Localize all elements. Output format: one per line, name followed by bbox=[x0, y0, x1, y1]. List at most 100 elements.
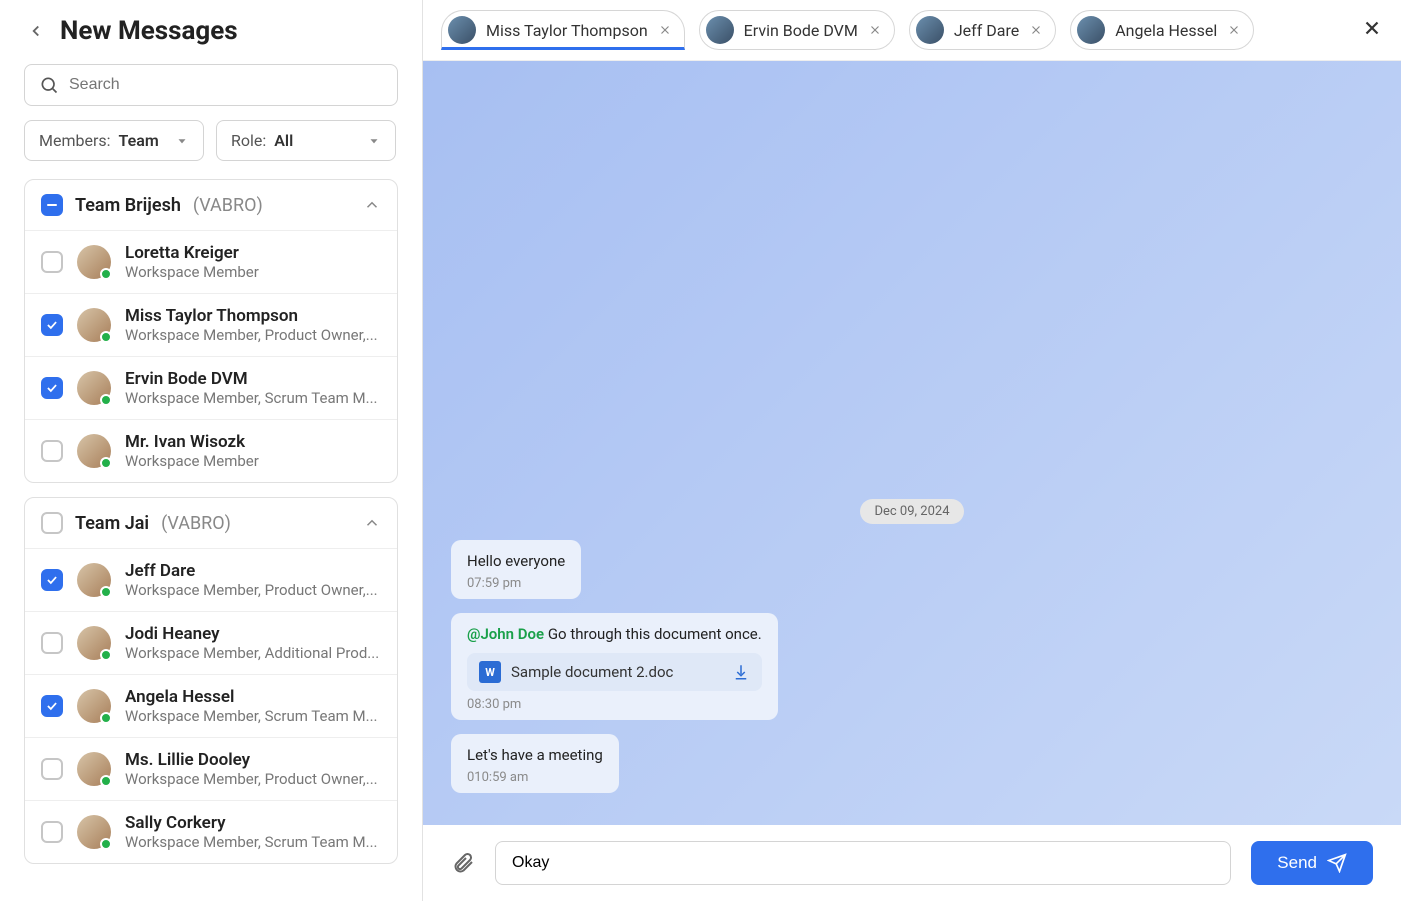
message-text: Hello everyone bbox=[467, 552, 565, 570]
presence-indicator bbox=[100, 775, 112, 787]
member-checkbox[interactable] bbox=[41, 695, 63, 717]
member-name: Mr. Ivan Wisozk bbox=[125, 432, 259, 452]
member-info: Ms. Lillie Dooley Workspace Member, Prod… bbox=[125, 750, 378, 788]
member-row[interactable]: Angela Hessel Workspace Member, Scrum Te… bbox=[25, 674, 397, 737]
presence-indicator bbox=[100, 586, 112, 598]
group-header[interactable]: Team Brijesh (VABRO) bbox=[25, 180, 397, 230]
member-checkbox[interactable] bbox=[41, 632, 63, 654]
member-info: Angela Hessel Workspace Member, Scrum Te… bbox=[125, 687, 377, 725]
back-button[interactable] bbox=[24, 19, 48, 43]
chevron-up-icon bbox=[363, 514, 381, 532]
avatar bbox=[916, 16, 944, 44]
group-suffix: (VABRO) bbox=[193, 195, 263, 216]
word-doc-icon: W bbox=[479, 661, 501, 683]
tab-close-button[interactable] bbox=[1029, 23, 1043, 37]
tab-close-button[interactable] bbox=[658, 23, 672, 37]
member-checkbox[interactable] bbox=[41, 251, 63, 273]
member-row[interactable]: Ervin Bode DVM Workspace Member, Scrum T… bbox=[25, 356, 397, 419]
presence-indicator bbox=[100, 331, 112, 343]
send-button[interactable]: Send bbox=[1251, 841, 1373, 885]
filter-role-value: All bbox=[274, 131, 293, 150]
member-name: Sally Corkery bbox=[125, 813, 377, 833]
tab-name: Miss Taylor Thompson bbox=[486, 21, 648, 40]
member-row[interactable]: Jeff Dare Workspace Member, Product Owne… bbox=[25, 548, 397, 611]
member-name: Jodi Heaney bbox=[125, 624, 379, 644]
member-checkbox[interactable] bbox=[41, 758, 63, 780]
group-title: Team Jai bbox=[75, 513, 149, 534]
member-row[interactable]: Miss Taylor Thompson Workspace Member, P… bbox=[25, 293, 397, 356]
member-name: Miss Taylor Thompson bbox=[125, 306, 378, 326]
group-header[interactable]: Team Jai (VABRO) bbox=[25, 498, 397, 548]
group-team-jai: Team Jai (VABRO) Jeff Dare Workspace Mem… bbox=[24, 497, 398, 864]
message-text: Let's have a meeting bbox=[467, 746, 603, 764]
member-role: Workspace Member, Additional Prod... bbox=[125, 644, 379, 662]
member-checkbox[interactable] bbox=[41, 440, 63, 462]
avatar bbox=[77, 434, 111, 468]
filter-role[interactable]: Role: All bbox=[216, 120, 396, 161]
close-icon bbox=[1361, 17, 1383, 39]
attach-button[interactable] bbox=[451, 851, 475, 875]
send-label: Send bbox=[1277, 853, 1317, 873]
avatar bbox=[1077, 16, 1105, 44]
group-checkbox[interactable] bbox=[41, 512, 63, 534]
group-title: Team Brijesh bbox=[75, 195, 181, 216]
member-row[interactable]: Loretta Kreiger Workspace Member bbox=[25, 230, 397, 293]
close-all-button[interactable] bbox=[1361, 17, 1383, 43]
member-role: Workspace Member, Product Owner,... bbox=[125, 326, 378, 344]
avatar bbox=[77, 626, 111, 660]
member-info: Jeff Dare Workspace Member, Product Owne… bbox=[125, 561, 378, 599]
filter-members-label: Members: bbox=[39, 131, 111, 150]
member-info: Mr. Ivan Wisozk Workspace Member bbox=[125, 432, 259, 470]
compose-input[interactable] bbox=[495, 841, 1231, 885]
tab[interactable]: Ervin Bode DVM bbox=[699, 10, 895, 50]
mention[interactable]: @John Doe bbox=[467, 625, 544, 643]
member-row[interactable]: Sally Corkery Workspace Member, Scrum Te… bbox=[25, 800, 397, 863]
member-role: Workspace Member bbox=[125, 263, 259, 281]
member-name: Angela Hessel bbox=[125, 687, 377, 707]
message-bubble: @John Doe Go through this document once.… bbox=[451, 613, 778, 720]
member-name: Loretta Kreiger bbox=[125, 243, 259, 263]
message-time: 010:59 am bbox=[467, 770, 603, 785]
filter-members-value: Team bbox=[119, 131, 159, 150]
avatar bbox=[77, 563, 111, 597]
download-icon[interactable] bbox=[732, 663, 750, 681]
member-checkbox[interactable] bbox=[41, 377, 63, 399]
group-suffix: (VABRO) bbox=[161, 513, 231, 534]
filter-role-label: Role: bbox=[231, 131, 266, 150]
member-checkbox[interactable] bbox=[41, 314, 63, 336]
avatar bbox=[448, 16, 476, 44]
message-time: 07:59 pm bbox=[467, 576, 565, 591]
send-icon bbox=[1327, 853, 1347, 873]
main-panel: Miss Taylor Thompson Ervin Bode DVM Jeff… bbox=[423, 0, 1401, 901]
member-checkbox[interactable] bbox=[41, 569, 63, 591]
member-role: Workspace Member bbox=[125, 452, 259, 470]
filter-members[interactable]: Members: Team bbox=[24, 120, 204, 161]
search-box[interactable] bbox=[24, 64, 398, 106]
avatar bbox=[77, 308, 111, 342]
avatar bbox=[706, 16, 734, 44]
attachment[interactable]: W Sample document 2.doc bbox=[467, 653, 762, 691]
search-input[interactable] bbox=[69, 76, 383, 94]
message-bubble: Hello everyone 07:59 pm bbox=[451, 540, 581, 599]
tab[interactable]: Jeff Dare bbox=[909, 10, 1056, 50]
member-role: Workspace Member, Scrum Team M... bbox=[125, 833, 377, 851]
group-team-brijesh: Team Brijesh (VABRO) Loretta Kreiger Wor… bbox=[24, 179, 398, 483]
tab[interactable]: Miss Taylor Thompson bbox=[441, 10, 685, 50]
group-checkbox[interactable] bbox=[41, 194, 63, 216]
member-role: Workspace Member, Scrum Team M... bbox=[125, 707, 377, 725]
tab-close-button[interactable] bbox=[1227, 23, 1241, 37]
tab[interactable]: Angela Hessel bbox=[1070, 10, 1254, 50]
presence-indicator bbox=[100, 649, 112, 661]
presence-indicator bbox=[100, 838, 112, 850]
message-text-body: Go through this document once. bbox=[548, 625, 762, 643]
member-row[interactable]: Ms. Lillie Dooley Workspace Member, Prod… bbox=[25, 737, 397, 800]
member-info: Miss Taylor Thompson Workspace Member, P… bbox=[125, 306, 378, 344]
caret-down-icon bbox=[367, 134, 381, 148]
member-info: Loretta Kreiger Workspace Member bbox=[125, 243, 259, 281]
member-checkbox[interactable] bbox=[41, 821, 63, 843]
member-row[interactable]: Mr. Ivan Wisozk Workspace Member bbox=[25, 419, 397, 482]
tab-close-button[interactable] bbox=[868, 23, 882, 37]
presence-indicator bbox=[100, 394, 112, 406]
member-row[interactable]: Jodi Heaney Workspace Member, Additional… bbox=[25, 611, 397, 674]
chat-area: Dec 09, 2024 Hello everyone 07:59 pm @Jo… bbox=[423, 61, 1401, 825]
